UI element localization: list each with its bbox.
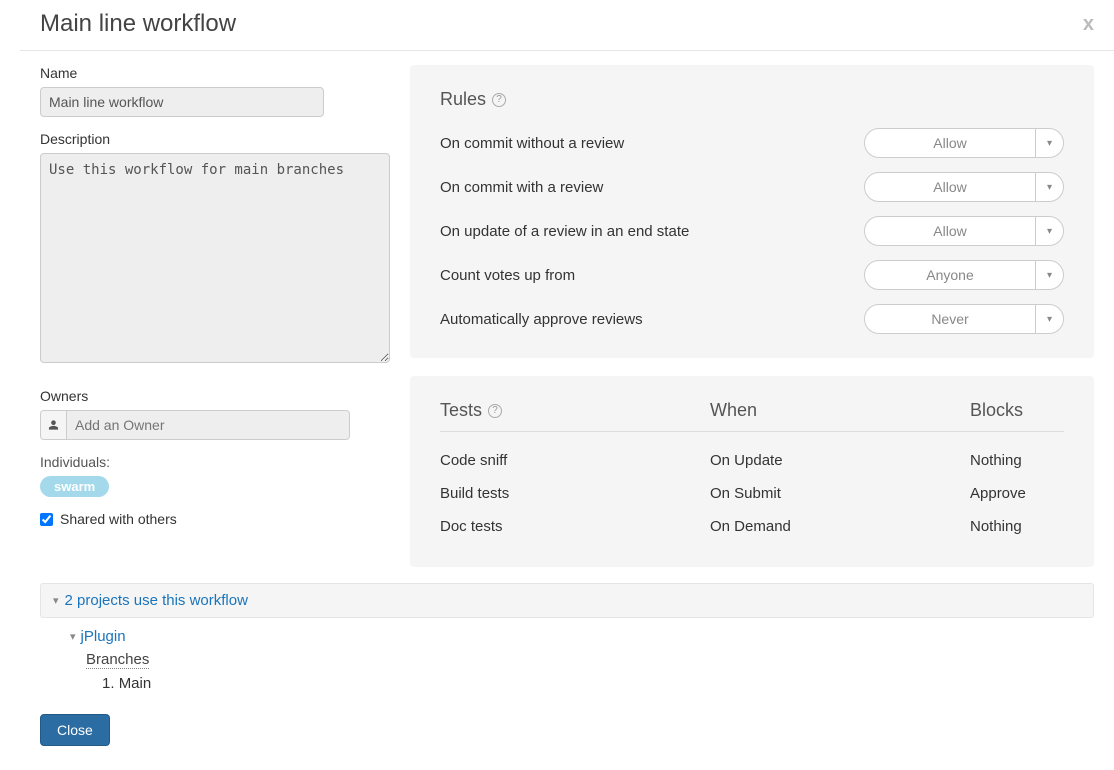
- rule-dropdown[interactable]: Allow ▾: [864, 128, 1064, 158]
- tests-header-when: When: [710, 400, 970, 421]
- branches-label: Branches: [86, 651, 149, 669]
- name-label: Name: [40, 65, 390, 81]
- chevron-down-icon: ▾: [1035, 129, 1063, 157]
- individual-pill[interactable]: swarm: [40, 476, 109, 497]
- rule-value: Never: [865, 305, 1035, 333]
- rules-title: Rules: [440, 89, 486, 110]
- rule-label: On commit with a review: [440, 179, 603, 196]
- chevron-down-icon: ▾: [1035, 217, 1063, 245]
- chevron-down-icon: ▾: [70, 630, 76, 643]
- shared-checkbox[interactable]: [40, 513, 53, 526]
- test-name: Doc tests: [440, 518, 710, 535]
- description-textarea[interactable]: Use this workflow for main branches: [40, 153, 390, 363]
- test-row: Doc tests On Demand Nothing: [440, 510, 1064, 543]
- person-icon: [41, 411, 67, 439]
- shared-label: Shared with others: [60, 511, 177, 527]
- owners-label: Owners: [40, 388, 390, 404]
- owner-input-wrap[interactable]: [40, 410, 350, 440]
- chevron-down-icon: ▾: [1035, 261, 1063, 289]
- rule-value: Anyone: [865, 261, 1035, 289]
- projects-summary-bar[interactable]: ▾ 2 projects use this workflow: [40, 583, 1094, 618]
- rule-dropdown[interactable]: Allow ▾: [864, 216, 1064, 246]
- rule-label: Automatically approve reviews: [440, 311, 643, 328]
- tests-header-tests: Tests: [440, 400, 482, 421]
- close-icon[interactable]: x: [1083, 14, 1094, 34]
- rule-value: Allow: [865, 129, 1035, 157]
- branch-name: Main: [119, 675, 152, 692]
- test-blocks: Nothing: [970, 452, 1064, 469]
- branch-number: 1.: [102, 675, 119, 692]
- rule-dropdown[interactable]: Allow ▾: [864, 172, 1064, 202]
- name-input[interactable]: [40, 87, 324, 117]
- chevron-down-icon: ▾: [53, 594, 59, 607]
- dialog-title: Main line workflow: [40, 10, 236, 38]
- description-label: Description: [40, 131, 390, 147]
- project-link[interactable]: jPlugin: [81, 628, 126, 645]
- test-when: On Submit: [710, 485, 970, 502]
- rule-label: On update of a review in an end state: [440, 223, 689, 240]
- test-when: On Update: [710, 452, 970, 469]
- rule-label: Count votes up from: [440, 267, 575, 284]
- projects-summary-link[interactable]: 2 projects use this workflow: [65, 592, 248, 609]
- tests-header-blocks: Blocks: [970, 400, 1064, 421]
- test-blocks: Nothing: [970, 518, 1064, 535]
- close-button[interactable]: Close: [40, 714, 110, 746]
- test-name: Code sniff: [440, 452, 710, 469]
- rule-value: Allow: [865, 217, 1035, 245]
- rule-dropdown[interactable]: Anyone ▾: [864, 260, 1064, 290]
- test-row: Build tests On Submit Approve: [440, 477, 1064, 510]
- rule-value: Allow: [865, 173, 1035, 201]
- rule-label: On commit without a review: [440, 135, 624, 152]
- help-icon[interactable]: ?: [488, 404, 502, 418]
- help-icon[interactable]: ?: [492, 93, 506, 107]
- rules-panel: Rules ? On commit without a review Allow…: [410, 65, 1094, 358]
- test-row: Code sniff On Update Nothing: [440, 444, 1064, 477]
- rule-dropdown[interactable]: Never ▾: [864, 304, 1064, 334]
- tests-panel: Tests ? When Blocks Code sniff On Update…: [410, 376, 1094, 567]
- owner-input[interactable]: [67, 411, 349, 439]
- test-blocks: Approve: [970, 485, 1064, 502]
- individuals-label: Individuals:: [40, 454, 390, 470]
- chevron-down-icon: ▾: [1035, 173, 1063, 201]
- test-name: Build tests: [440, 485, 710, 502]
- chevron-down-icon: ▾: [1035, 305, 1063, 333]
- test-when: On Demand: [710, 518, 970, 535]
